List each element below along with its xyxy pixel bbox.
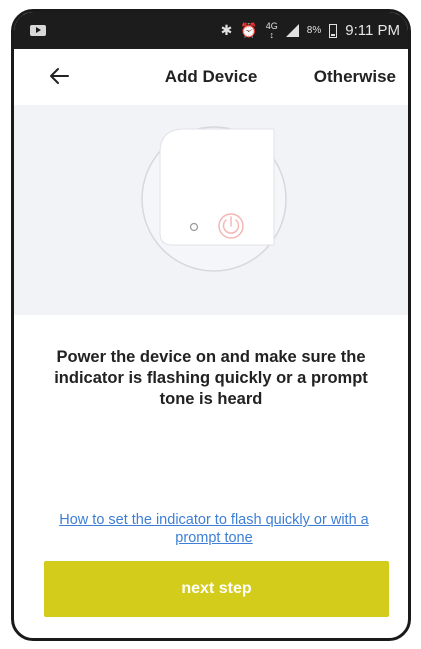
bluetooth-icon: ✱ [220, 22, 233, 38]
instruction-text: Power the device on and make sure the in… [54, 348, 368, 408]
network-label: 4G [265, 20, 278, 31]
battery-percent: 8% [306, 25, 322, 36]
device-illustration-graphic [141, 126, 287, 272]
signal-icon [285, 24, 299, 37]
next-step-button[interactable]: next step [44, 561, 389, 617]
device-illustration [14, 105, 408, 315]
status-time: 9:11 PM [345, 22, 400, 39]
network-4g-icon: 4G ↕ [265, 20, 278, 40]
app-bar: Add Device Otherwise [14, 49, 408, 105]
battery-icon [329, 23, 338, 38]
otherwise-button[interactable]: Otherwise [314, 67, 396, 87]
status-bar: ✱ ⏰ 4G ↕ 8% 9:11 PM [14, 12, 408, 49]
indicator-help-link[interactable]: How to set the indicator to flash quickl… [54, 511, 374, 547]
media-icon [30, 25, 46, 36]
alarm-icon: ⏰ [240, 22, 258, 38]
phone-frame: ✱ ⏰ 4G↕ 8% 9:11 PM Add Device Otherwise [11, 9, 411, 641]
